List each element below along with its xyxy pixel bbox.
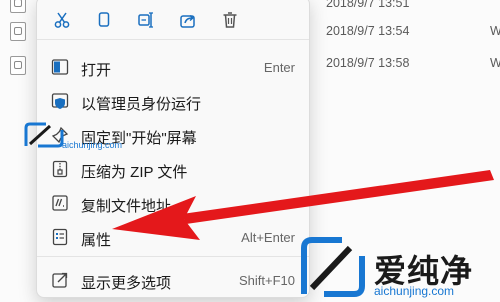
delete-icon[interactable] [219,9,241,31]
menu-item-open[interactable]: 打开 Enter [37,50,309,84]
file-type: W [490,24,500,38]
rename-icon[interactable] [135,9,157,31]
watermark-small-site: aichunjing.com [62,140,123,150]
menu-divider [37,256,309,257]
copy-path-icon [51,194,69,212]
menu-item-more-options[interactable]: 显示更多选项 Shift+F10 [37,263,309,297]
copy-icon[interactable] [93,9,115,31]
menu-item-compress-zip[interactable]: 压缩为 ZIP 文件 [37,152,309,186]
more-options-icon [51,271,69,289]
screen: 2018/9/7 13:51 2018/9/7 13:54 W 2018/9/7… [0,0,500,302]
file-date: 2018/9/7 13:54 [326,24,410,38]
properties-icon [51,228,69,246]
share-icon[interactable] [177,9,199,31]
menu-item-label: 属性 [81,232,112,249]
cut-icon[interactable] [51,9,73,31]
watermark-small-logo [24,122,64,153]
zip-icon [51,160,69,178]
quick-action-bar [37,5,309,35]
menu-item-shortcut: Alt+Enter [241,230,295,245]
menu-item-shortcut: Shift+F10 [238,273,295,288]
menu-item-label: 打开 [81,62,112,79]
file-icon [10,22,26,41]
file-icon [10,56,26,75]
file-date: 2018/9/7 13:58 [326,56,410,70]
shield-icon [51,92,69,110]
file-date: 2018/9/7 13:51 [326,0,410,10]
menu-item-run-as-admin[interactable]: 以管理员身份运行 [37,84,309,118]
menu-item-label: 压缩为 ZIP 文件 [81,164,188,181]
menu-item-shortcut: Enter [263,60,295,75]
menu-item-copy-path[interactable]: 复制文件地址 [37,186,309,220]
menu-item-properties[interactable]: 属性 Alt+Enter [37,220,309,254]
menu-item-label: 显示更多选项 [81,275,172,292]
file-icon [10,0,26,13]
menu-divider [37,39,309,40]
menu-item-label: 复制文件地址 [81,198,172,215]
menu-item-label: 以管理员身份运行 [81,96,202,113]
open-icon [51,58,69,76]
watermark-site: aichunjing.com [374,284,455,298]
file-type: W [490,56,500,70]
